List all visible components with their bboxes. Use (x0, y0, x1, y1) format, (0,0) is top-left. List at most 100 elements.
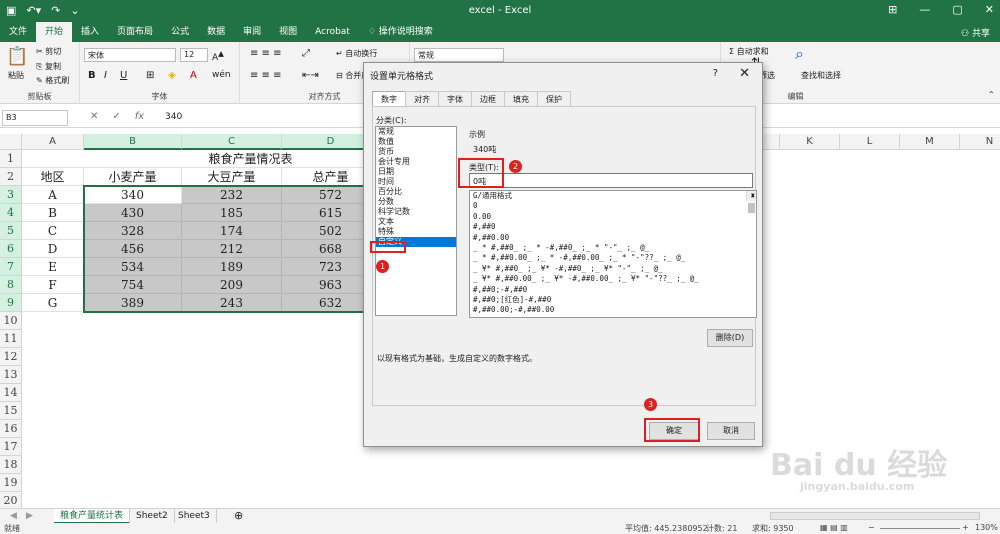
data-cell[interactable]: 209 (182, 276, 282, 294)
column-header-k[interactable]: K (780, 134, 840, 150)
wrap-text-button[interactable]: ↵ 自动换行 (336, 48, 377, 59)
cancel-button[interactable]: 取消 (707, 422, 755, 440)
dialog-help-button[interactable]: ? (713, 68, 718, 79)
sheet-nav-next-icon[interactable]: ▶ (20, 509, 39, 524)
row-header-6[interactable]: 6 (0, 240, 22, 258)
view-normal-icon[interactable]: ▦ ▤ ▥ (820, 523, 848, 532)
data-cell[interactable]: 340 (84, 186, 182, 204)
magnifier-icon[interactable]: ⌕ (795, 44, 804, 64)
data-cell[interactable]: 212 (182, 240, 282, 258)
zoom-in-icon[interactable]: + (962, 523, 969, 532)
row-header-5[interactable]: 5 (0, 222, 22, 240)
tab-insert[interactable]: 插入 (72, 22, 108, 42)
format-code-item[interactable]: _ * #,##0_ ;_ * -#,##0_ ;_ * "-"_ ;_ @_ (470, 243, 756, 253)
row-header-15[interactable]: 15 (0, 402, 22, 420)
indent-icon[interactable]: ⇤⇥ (302, 70, 319, 81)
sheet-tab-3[interactable]: Sheet3 (172, 509, 217, 524)
tab-page-layout[interactable]: 页面布局 (108, 22, 162, 42)
column-header-n[interactable]: N (960, 134, 1000, 150)
column-header-c[interactable]: C (182, 134, 282, 150)
tell-me-search[interactable]: ♢ 操作说明搜索 (359, 22, 442, 42)
add-sheet-icon[interactable]: ⊕ (228, 509, 249, 524)
format-code-item[interactable]: _ ¥* #,##0.00_ ;_ ¥* -#,##0.00_ ;_ ¥* "-… (470, 274, 756, 284)
data-cell[interactable]: 328 (84, 222, 182, 240)
data-cell[interactable]: 456 (84, 240, 182, 258)
ribbon-display-options-icon[interactable]: ⊞ (888, 3, 897, 16)
dialog-tab-alignment[interactable]: 对齐 (405, 91, 439, 107)
align-center-icon[interactable]: ≡ ≡ ≡ (250, 70, 282, 81)
data-cell[interactable]: 754 (84, 276, 182, 294)
delete-format-button[interactable]: 删除(D) (707, 329, 753, 347)
insert-function-icon[interactable]: fx (135, 111, 144, 122)
font-color-icon[interactable]: A (190, 70, 197, 81)
restore-button[interactable]: ▢ (952, 3, 962, 16)
tab-acrobat[interactable]: Acrobat (306, 22, 359, 42)
dialog-tab-fill[interactable]: 填充 (504, 91, 538, 107)
tab-formulas[interactable]: 公式 (162, 22, 198, 42)
format-list-scrollbar[interactable]: ▲ ▼ (746, 191, 756, 214)
row-header-11[interactable]: 11 (0, 330, 22, 348)
row-header-3[interactable]: 3 (0, 186, 22, 204)
type-input[interactable]: 0吨 (469, 173, 753, 188)
row-header-12[interactable]: 12 (0, 348, 22, 366)
name-box[interactable]: B3 (2, 110, 68, 126)
category-item[interactable]: 文本 (376, 217, 456, 227)
format-code-item[interactable]: _ ¥* #,##0_ ;_ ¥* -#,##0_ ;_ ¥* "-"_ ;_ … (470, 264, 756, 274)
cancel-formula-icon[interactable]: ✕ (90, 111, 98, 122)
category-item[interactable]: 货币 (376, 147, 456, 157)
data-cell[interactable]: 174 (182, 222, 282, 240)
row-header-17[interactable]: 17 (0, 438, 22, 456)
data-cell[interactable]: 243 (182, 294, 282, 312)
row-header-7[interactable]: 7 (0, 258, 22, 276)
zoom-out-icon[interactable]: − (868, 523, 875, 532)
dialog-tab-border[interactable]: 边框 (471, 91, 505, 107)
category-item[interactable]: 自定义 (376, 237, 456, 247)
row-header-4[interactable]: 4 (0, 204, 22, 222)
tab-view[interactable]: 视图 (270, 22, 306, 42)
category-item[interactable]: 科学记数 (376, 207, 456, 217)
row-header-14[interactable]: 14 (0, 384, 22, 402)
tab-data[interactable]: 数据 (198, 22, 234, 42)
header-cell[interactable]: 小麦产量 (84, 168, 182, 186)
category-item[interactable]: 分数 (376, 197, 456, 207)
phonetic-icon[interactable]: wén (212, 70, 231, 80)
format-code-item[interactable]: _ * #,##0.00_ ;_ * -#,##0.00_ ;_ * "-"??… (470, 253, 756, 263)
italic-icon[interactable]: I (104, 70, 107, 81)
orientation-icon[interactable]: ⤢ (302, 48, 310, 59)
category-item[interactable]: 特殊 (376, 227, 456, 237)
zoom-level[interactable]: 130% (975, 523, 998, 532)
row-header-8[interactable]: 8 (0, 276, 22, 294)
data-cell[interactable]: E (22, 258, 84, 276)
format-code-item[interactable]: 0 (470, 201, 756, 211)
column-header-m[interactable]: M (900, 134, 960, 150)
find-select-button[interactable]: 查找和选择 (801, 70, 841, 81)
scroll-thumb[interactable] (748, 203, 755, 214)
autosum-button[interactable]: Σ 自动求和 (729, 46, 769, 57)
tab-file[interactable]: 文件 (0, 22, 36, 42)
ok-button[interactable]: 确定 (649, 422, 699, 440)
category-item[interactable]: 日期 (376, 167, 456, 177)
underline-icon[interactable]: U (120, 70, 127, 81)
format-code-item[interactable]: #,##0.00 (470, 233, 756, 243)
scroll-down-icon[interactable]: ▼ (748, 191, 755, 201)
data-cell[interactable]: 185 (182, 204, 282, 222)
data-cell[interactable]: 189 (182, 258, 282, 276)
header-cell[interactable]: 大豆产量 (182, 168, 282, 186)
header-cell[interactable]: 地区 (22, 168, 84, 186)
format-code-item[interactable]: #,##0;-#,##0 (470, 285, 756, 295)
font-size-select[interactable]: 12 (180, 48, 208, 62)
data-cell[interactable]: C (22, 222, 84, 240)
tab-review[interactable]: 审阅 (234, 22, 270, 42)
bold-icon[interactable]: B (88, 70, 96, 81)
select-all-corner[interactable] (0, 134, 22, 150)
minimize-button[interactable]: — (919, 3, 930, 16)
dialog-tab-protection[interactable]: 保护 (537, 91, 571, 107)
zoom-slider[interactable] (880, 528, 960, 529)
row-header-2[interactable]: 2 (0, 168, 22, 186)
align-top-icon[interactable]: ≡ ≡ ≡ (250, 48, 282, 59)
data-cell[interactable]: F (22, 276, 84, 294)
format-code-item[interactable]: 0.00 (470, 212, 756, 222)
copy-button[interactable]: ⎘ 复制 (36, 61, 61, 72)
data-cell[interactable]: A (22, 186, 84, 204)
font-name-select[interactable]: 宋体 (84, 48, 176, 62)
